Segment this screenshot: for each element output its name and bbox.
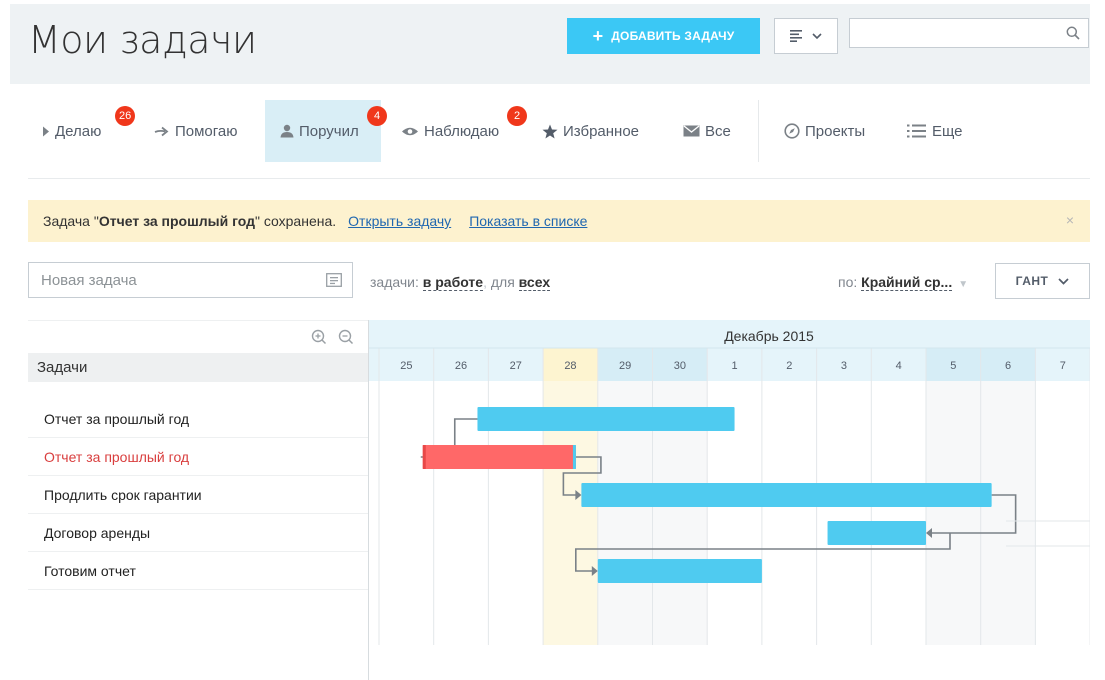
envelope-icon	[683, 125, 700, 137]
chevron-down-icon	[1058, 277, 1069, 285]
gantt-day-label: 27	[510, 360, 522, 372]
chevron-down-icon	[812, 32, 822, 39]
tab-all-label: Все	[705, 122, 731, 140]
close-icon[interactable]: ×	[1066, 212, 1074, 228]
gantt-day-label: 6	[1005, 360, 1011, 372]
bar-progress-edge	[572, 445, 576, 469]
page-title: Мои задачи	[28, 18, 257, 62]
notify-task-name: Отчет за прошлый год	[98, 213, 255, 229]
plus-icon: +	[592, 26, 604, 46]
save-notification: Задача " Отчет за прошлый год " сохранена.…	[28, 200, 1090, 242]
tab-all[interactable]: Все	[683, 100, 731, 162]
task-row[interactable]: Готовим отчет	[28, 552, 369, 590]
gantt-day-label: 29	[619, 360, 631, 372]
gantt-bar[interactable]	[597, 559, 762, 583]
tab-watching-label: Наблюдаю	[424, 122, 500, 140]
tasks-column-header: Задачи	[28, 353, 369, 382]
tab-assigned-badge: 4	[367, 106, 387, 126]
gantt-day-label: 3	[841, 360, 847, 372]
task-row-overdue[interactable]: Отчет за прошлый год	[28, 438, 369, 476]
triangle-right-icon	[43, 126, 49, 136]
gantt-chart: Декабрь 2015 25 26 27 28 29 30 1 2 3 4 5 6 7	[369, 320, 1090, 645]
scope-filter-value[interactable]: всех	[518, 274, 551, 291]
tab-helping-label: Помогаю	[175, 122, 238, 140]
task-row[interactable]: Отчет за прошлый год	[28, 400, 369, 438]
weekend-column	[926, 381, 981, 645]
gantt-day-label: 26	[455, 360, 467, 372]
task-row[interactable]: Продлить срок гарантии	[28, 476, 369, 514]
tab-doing-label: Делаю	[55, 122, 102, 140]
gantt-bar[interactable]	[581, 483, 992, 507]
user-icon	[280, 124, 294, 138]
lines-icon	[790, 30, 802, 42]
status-filter-value[interactable]: в работе	[422, 274, 484, 291]
tab-doing-badge: 26	[115, 106, 136, 126]
show-in-list-link[interactable]: Показать в списке	[469, 213, 587, 229]
gantt-day-label: 25	[400, 360, 412, 372]
view-mode-button[interactable]	[774, 18, 838, 54]
star-icon	[542, 124, 558, 138]
compass-icon	[784, 123, 800, 139]
zoom-controls	[28, 320, 369, 354]
notify-prefix: Задача "	[43, 213, 99, 229]
add-task-button[interactable]: + ДОБАВИТЬ ЗАДАЧУ	[567, 18, 760, 54]
gantt-day-label: 28	[564, 360, 576, 372]
tab-projects[interactable]: Проекты	[784, 100, 865, 162]
add-task-label: ДОБАВИТЬ ЗАДАЧУ	[611, 29, 735, 43]
page-header: Мои задачи + ДОБАВИТЬ ЗАДАЧУ	[10, 4, 1090, 84]
gantt-month-label: Декабрь 2015	[724, 328, 814, 344]
arrow-right-icon	[154, 126, 169, 136]
weekend-column	[980, 381, 1036, 645]
task-filter-tabs: Делаю 26 Помогаю Поручил 4 Наблюдаю 2 Из…	[28, 100, 1090, 162]
gantt-day-label: 5	[950, 360, 956, 372]
task-status-filter: задачи: в работе, для всех	[370, 274, 551, 291]
search-field[interactable]	[849, 18, 1089, 48]
new-task-field[interactable]	[28, 262, 353, 298]
open-task-link[interactable]: Открыть задачу	[348, 213, 451, 229]
tab-helping[interactable]: Помогаю	[154, 100, 238, 162]
task-row[interactable]: Договор аренды	[28, 514, 369, 552]
gantt-day-label: 30	[674, 360, 686, 372]
tab-favorites-label: Избранное	[563, 122, 640, 140]
tab-watching[interactable]: Наблюдаю	[401, 100, 499, 162]
sort-prefix: по:	[838, 274, 858, 290]
gantt-view-label: ГАНТ	[1015, 274, 1049, 288]
caret-down-icon: ▼	[958, 279, 969, 290]
tab-doing[interactable]: Делаю	[42, 100, 101, 162]
search-icon[interactable]	[1066, 26, 1080, 40]
gantt-day-label: 7	[1060, 360, 1066, 372]
gantt-view-button[interactable]: ГАНТ	[995, 263, 1090, 299]
eye-icon	[402, 127, 418, 135]
nav-underline	[28, 178, 1090, 179]
zoom-in-icon[interactable]	[311, 329, 327, 345]
tab-assigned-label: Поручил	[299, 122, 359, 140]
text-lines-icon[interactable]	[326, 273, 342, 287]
gantt-day-label: 4	[896, 360, 902, 372]
tab-watching-badge: 2	[507, 106, 527, 126]
list-icon	[907, 124, 926, 138]
tab-assigned[interactable]: Поручил	[265, 100, 381, 162]
zoom-out-icon[interactable]	[338, 329, 354, 345]
nav-divider	[758, 100, 759, 162]
gantt-bar[interactable]	[827, 521, 926, 545]
tab-projects-label: Проекты	[805, 122, 866, 140]
search-input[interactable]	[850, 19, 1050, 47]
notify-suffix: " сохранена.	[255, 213, 337, 229]
new-task-input[interactable]	[29, 263, 309, 297]
gantt-bar-overdue[interactable]	[422, 445, 576, 469]
tab-more[interactable]: Еще	[907, 100, 963, 162]
gantt-day-label: 2	[786, 360, 792, 372]
tasks-prefix: задачи:	[370, 274, 419, 290]
tab-more-label: Еще	[932, 122, 963, 140]
sort-value[interactable]: Крайний ср...	[861, 274, 953, 291]
for-label: для	[490, 274, 515, 290]
gantt-bar[interactable]	[477, 407, 735, 431]
overdue-bar-edge	[422, 445, 426, 469]
tab-favorites[interactable]: Избранное	[542, 100, 639, 162]
gantt-day-label: 1	[731, 360, 737, 372]
sort-filter: по: Крайний ср... ▼	[838, 274, 969, 291]
